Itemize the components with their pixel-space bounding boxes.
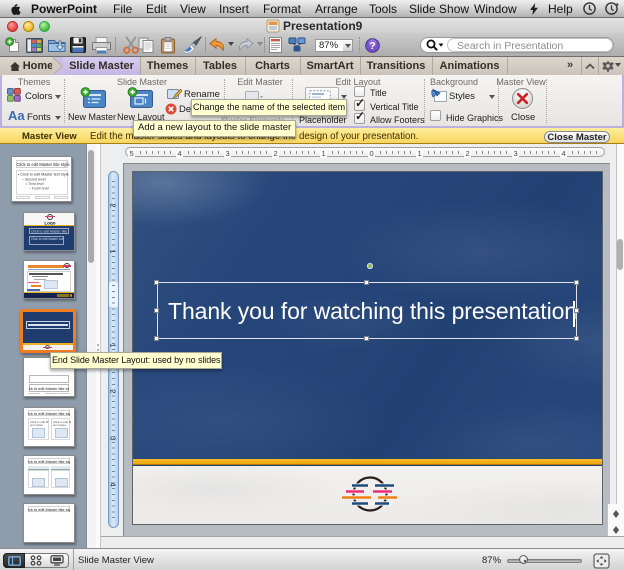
svg-text:Click to edit Master title sty: Click to edit Master title style bbox=[29, 386, 69, 391]
svg-text:Click to edit Master title sty: Click to edit Master title style bbox=[28, 507, 70, 512]
svg-text:text styles: text styles bbox=[30, 423, 43, 427]
svg-text:Click to edit Master title: Click to edit Master title bbox=[31, 229, 67, 233]
svg-text:Click to edit Master subtitle: Click to edit Master subtitle style bbox=[31, 237, 63, 241]
svg-text:– Second level: – Second level bbox=[22, 178, 46, 182]
svg-text:text styles: text styles bbox=[53, 423, 66, 427]
svg-text:Click to edit Master title sty: Click to edit Master title style bbox=[28, 411, 70, 416]
svg-text:• Third level: • Third level bbox=[26, 182, 44, 186]
svg-text:Click to edit Master title sty: Click to edit Master title style bbox=[28, 459, 70, 464]
svg-text:• Click to edit Master text st: • Click to edit Master text styles bbox=[18, 173, 69, 177]
svg-text:Click to edit Master title sty: Click to edit Master title style bbox=[16, 162, 70, 167]
svg-text:– Fourth level: – Fourth level bbox=[29, 187, 49, 191]
svg-text:?: ? bbox=[369, 41, 375, 52]
